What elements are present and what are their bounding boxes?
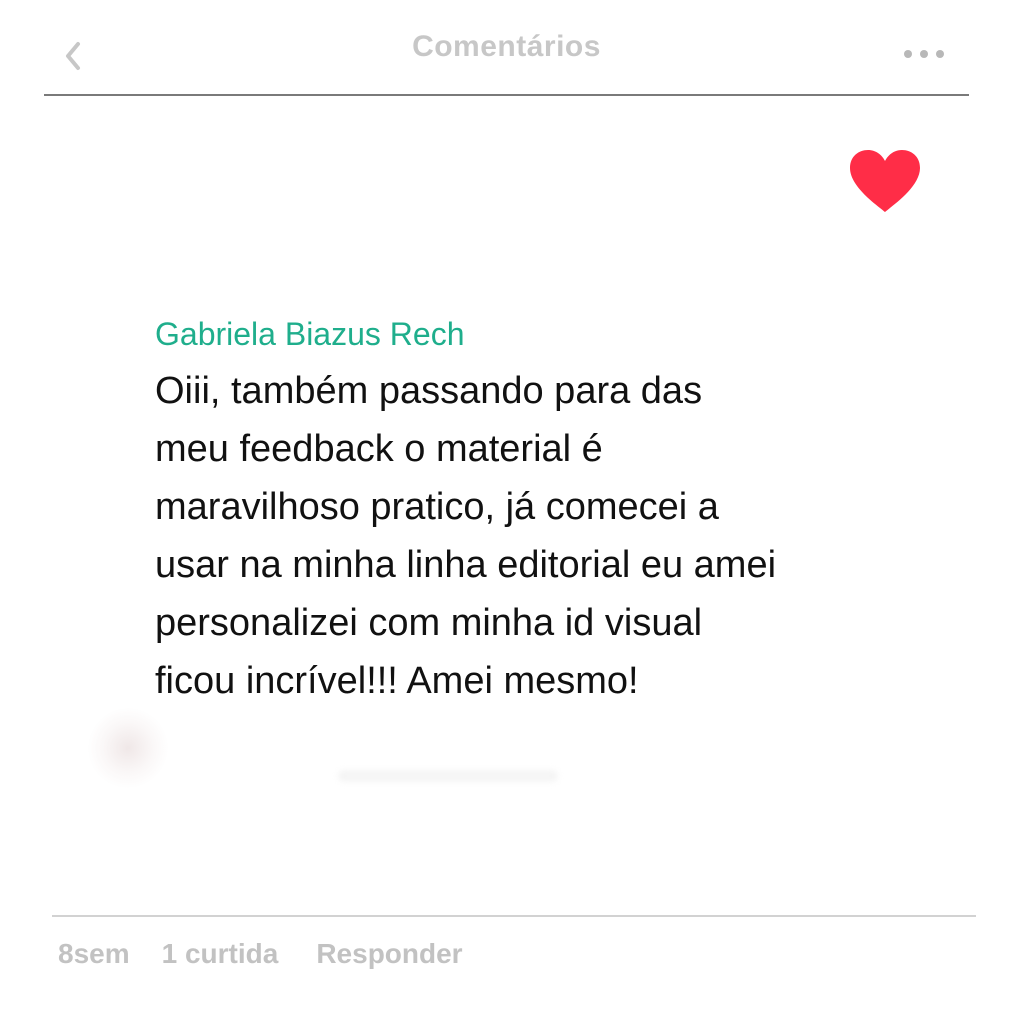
page-title: Comentários — [412, 30, 601, 63]
heart-icon — [850, 150, 920, 212]
comment-author[interactable]: Gabriela Biazus Rech — [155, 314, 895, 354]
faded-line — [338, 770, 558, 782]
footer-divider — [52, 915, 976, 917]
like-button[interactable] — [846, 148, 924, 214]
comment-actions: 8sem 1 curtida Responder — [58, 936, 463, 972]
faded-background — [88, 708, 608, 808]
faded-avatar — [88, 708, 168, 788]
comment: Gabriela Biazus Rech Oiii, também passan… — [155, 314, 895, 710]
header-divider — [44, 94, 969, 96]
more-horizontal-icon — [904, 50, 944, 58]
more-options-button[interactable] — [900, 42, 948, 66]
comment-text: Oiii, também passando para das meu feedb… — [155, 370, 777, 702]
like-count[interactable]: 1 curtida — [162, 938, 279, 970]
reply-button[interactable]: Responder — [316, 938, 462, 970]
comment-timestamp: 8sem — [58, 938, 130, 969]
